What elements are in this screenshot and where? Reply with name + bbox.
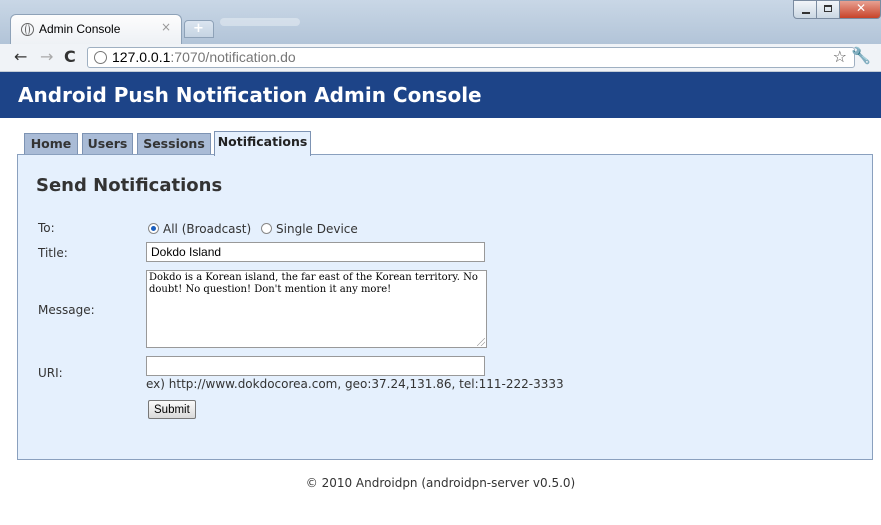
footer-copyright: © 2010 Androidpn (androidpn-server v0.5.…: [305, 476, 576, 490]
back-arrow-icon[interactable]: ←: [14, 48, 27, 66]
close-window-button[interactable]: ✕: [839, 0, 881, 19]
site-title: Android Push Notification Admin Console: [18, 83, 482, 107]
wrench-menu-icon[interactable]: 🔧: [851, 46, 871, 65]
browser-titlebar: Admin Console × + ✕: [0, 0, 881, 44]
web-page: Android Push Notification Admin Console …: [0, 72, 881, 525]
page-globe-icon: [21, 23, 34, 36]
page-title: Send Notifications: [36, 175, 223, 196]
title-input[interactable]: Dokdo Island: [146, 242, 485, 262]
to-label: To:: [38, 221, 55, 235]
recipient-radio-group: All (Broadcast) Single Device: [148, 222, 364, 236]
tab-users[interactable]: Users: [82, 133, 133, 155]
address-bar-url[interactable]: 127.0.0.1:7070/notification.do: [112, 49, 296, 65]
tab-home[interactable]: Home: [24, 133, 78, 155]
new-tab-button[interactable]: +: [184, 20, 214, 38]
browser-tab[interactable]: Admin Console ×: [10, 14, 182, 44]
window-controls: ✕: [793, 0, 881, 20]
message-label: Message:: [38, 303, 95, 317]
single-device-radio[interactable]: [261, 223, 273, 234]
url-path: :7070/notification.do: [170, 49, 296, 65]
tab-close-icon[interactable]: ×: [161, 20, 171, 34]
browser-toolbar: ← → C 127.0.0.1:7070/notification.do ☆ 🔧: [0, 44, 881, 72]
site-header: Android Push Notification Admin Console: [0, 72, 881, 118]
browser-tab-title: Admin Console: [39, 22, 121, 36]
content-panel: Send Notifications To: All (Broadcast) S…: [17, 154, 873, 460]
tab-sessions[interactable]: Sessions: [137, 133, 211, 155]
reload-icon[interactable]: C: [64, 48, 76, 66]
message-textarea[interactable]: Dokdo is a Korean island, the far east o…: [146, 270, 487, 348]
forward-arrow-icon[interactable]: →: [40, 48, 53, 66]
submit-button[interactable]: Submit: [148, 400, 196, 419]
uri-label: URI:: [38, 366, 63, 380]
minimize-button[interactable]: [793, 0, 817, 19]
tab-notifications[interactable]: Notifications: [214, 131, 311, 156]
page-info-icon[interactable]: [94, 51, 107, 64]
maximize-button[interactable]: [816, 0, 840, 19]
broadcast-radio-label[interactable]: All (Broadcast): [163, 222, 251, 236]
uri-input[interactable]: [146, 356, 485, 376]
single-device-radio-label[interactable]: Single Device: [276, 222, 358, 236]
resize-grip-icon[interactable]: [477, 338, 485, 346]
uri-hint: ex) http://www.dokdocorea.com, geo:37.24…: [146, 377, 564, 391]
plus-icon: +: [193, 21, 204, 36]
blurred-tab-area: [220, 18, 300, 26]
broadcast-radio[interactable]: [148, 223, 159, 234]
close-icon: ✕: [856, 1, 867, 15]
url-host: 127.0.0.1: [112, 49, 171, 65]
title-label: Title:: [38, 246, 68, 260]
address-bar[interactable]: 127.0.0.1:7070/notification.do: [87, 47, 855, 68]
bookmark-star-icon[interactable]: ☆: [833, 47, 847, 66]
message-text: Dokdo is a Korean island, the far east o…: [149, 272, 482, 295]
